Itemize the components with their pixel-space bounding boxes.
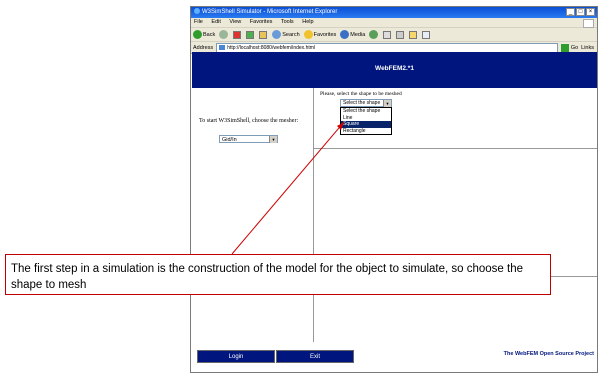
page-content: To start W3SimShell, choose the mesher: … xyxy=(192,88,597,372)
page-icon xyxy=(422,30,431,39)
maximize-button[interactable]: □ xyxy=(576,8,585,16)
app-header: WebFEM2.*1 xyxy=(192,52,597,88)
mesher-instruction: To start W3SimShell, choose the mesher: xyxy=(199,118,299,124)
menu-view[interactable]: View xyxy=(229,19,241,25)
footer: Login Exit The WebFEM Open Source Projec… xyxy=(192,342,597,372)
mail-button[interactable] xyxy=(383,30,392,39)
address-input[interactable]: http://localhost:8080/webfem/index.html xyxy=(216,42,558,53)
history-icon xyxy=(369,30,379,39)
mesher-select[interactable]: Gid/In ▼ xyxy=(219,135,278,143)
stop-icon xyxy=(233,30,242,39)
shape-selection-frame: Please, select the shape to be meshed Se… xyxy=(314,88,597,149)
star-icon xyxy=(303,30,313,39)
refresh-icon xyxy=(246,30,255,39)
address-label: Address xyxy=(193,44,214,51)
window-title: W3SimShell Simulator - Microsoft Interne… xyxy=(202,9,338,15)
left-panel: To start W3SimShell, choose the mesher: … xyxy=(192,88,314,342)
home-icon xyxy=(259,30,268,39)
media-button[interactable]: Media xyxy=(340,30,365,39)
print-button[interactable] xyxy=(396,30,405,39)
callout-box: The first step in a simulation is the co… xyxy=(5,254,551,295)
minimize-button[interactable]: _ xyxy=(566,8,575,16)
menu-edit[interactable]: Edit xyxy=(211,19,220,25)
address-url: http://localhost:8080/webfem/index.html xyxy=(227,44,316,51)
shape-selected-value: Select the shape xyxy=(343,100,381,106)
shape-option[interactable]: Rectangle xyxy=(341,128,391,135)
shape-dropdown-list: Select the shape Line Square Rectangle xyxy=(340,107,392,135)
menu-help[interactable]: Help xyxy=(302,19,313,25)
chevron-down-icon[interactable]: ▼ xyxy=(269,136,277,143)
search-icon xyxy=(272,30,282,39)
links-button[interactable]: Links xyxy=(581,45,594,51)
media-icon xyxy=(340,30,350,39)
browser-window: W3SimShell Simulator - Microsoft Interne… xyxy=(190,6,598,373)
mail-icon xyxy=(383,30,392,39)
exit-button[interactable]: Exit xyxy=(276,350,354,363)
go-arrow-icon xyxy=(560,43,569,52)
folder-button[interactable] xyxy=(409,30,418,39)
menu-bar: File Edit View Favorites Tools Help xyxy=(191,18,597,28)
menu-favorites[interactable]: Favorites xyxy=(250,19,273,25)
close-button[interactable]: × xyxy=(586,8,595,16)
chevron-down-icon[interactable]: ▼ xyxy=(383,100,391,107)
search-button[interactable]: Search xyxy=(272,30,300,39)
title-bar: W3SimShell Simulator - Microsoft Interne… xyxy=(191,7,597,18)
menu-tools[interactable]: Tools xyxy=(281,19,294,25)
app-title: WebFEM2.*1 xyxy=(375,65,414,72)
menu-file[interactable]: File xyxy=(194,19,203,25)
favorites-button[interactable]: Favorites xyxy=(303,30,336,39)
shape-prompt: Please, select the shape to be meshed xyxy=(320,91,402,97)
home-button[interactable] xyxy=(259,30,268,39)
refresh-button[interactable] xyxy=(246,30,255,39)
callout-text: The first step in a simulation is the co… xyxy=(11,263,524,291)
project-link[interactable]: The WebFEM Open Source Project xyxy=(504,351,594,357)
page-icon xyxy=(219,44,226,50)
print-icon xyxy=(396,30,405,39)
page-button[interactable] xyxy=(422,30,431,39)
forward-button[interactable] xyxy=(219,30,229,39)
windows-flag-icon xyxy=(583,19,594,28)
shape-select[interactable]: Select the shape ▼ xyxy=(340,99,392,107)
internet-explorer-icon xyxy=(194,8,200,15)
stop-button[interactable] xyxy=(233,30,242,39)
back-button[interactable]: Back xyxy=(193,30,215,39)
history-button[interactable] xyxy=(369,30,379,39)
folder-icon xyxy=(409,30,418,39)
right-panel: Please, select the shape to be meshed Se… xyxy=(314,88,597,342)
back-arrow-icon xyxy=(193,30,202,39)
forward-arrow-icon xyxy=(219,30,229,39)
mesher-selected-value: Gid/In xyxy=(222,137,237,143)
go-button[interactable]: Go xyxy=(560,43,578,52)
login-button[interactable]: Login xyxy=(197,350,275,363)
toolbar: Back Search Favorites Media xyxy=(191,27,597,41)
